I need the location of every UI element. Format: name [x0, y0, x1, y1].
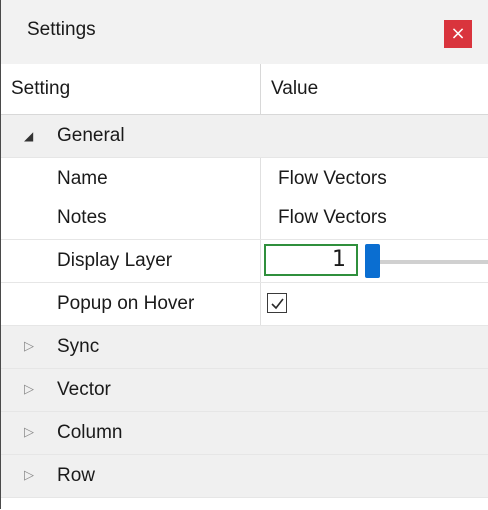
- popup-on-hover-checkbox[interactable]: [267, 293, 287, 313]
- group-vector[interactable]: ▷ Vector: [1, 369, 488, 412]
- property-row-display-layer[interactable]: Display Layer 1: [1, 240, 488, 283]
- column-divider[interactable]: [260, 64, 261, 114]
- group-column[interactable]: ▷ Column: [1, 412, 488, 455]
- caret-right-icon[interactable]: ▷: [24, 339, 34, 354]
- property-row-popup-on-hover[interactable]: Popup on Hover: [1, 283, 488, 326]
- cell-divider: [260, 283, 261, 325]
- property-row-notes[interactable]: Notes Flow Vectors: [1, 197, 488, 240]
- display-layer-slider-thumb[interactable]: [365, 244, 380, 278]
- group-row[interactable]: ▷ Row: [1, 455, 488, 498]
- group-sync[interactable]: ▷ Sync: [1, 326, 488, 369]
- cell-divider: [260, 158, 261, 200]
- caret-right-icon[interactable]: ▷: [24, 382, 34, 397]
- property-label-popup-on-hover: Popup on Hover: [57, 293, 195, 314]
- close-icon: ×: [450, 23, 466, 44]
- property-value-name[interactable]: Flow Vectors: [278, 168, 387, 190]
- property-row-name[interactable]: Name Flow Vectors: [1, 158, 488, 201]
- checkmark-icon: [271, 298, 284, 310]
- group-label-column: Column: [57, 422, 123, 443]
- window-title: Settings: [27, 19, 96, 40]
- column-header-value[interactable]: Value: [271, 78, 318, 100]
- cell-divider: [260, 197, 261, 239]
- property-label-notes: Notes: [57, 207, 107, 228]
- column-header-setting[interactable]: Setting: [11, 78, 70, 100]
- group-general[interactable]: ◢ General: [1, 115, 488, 158]
- property-value-notes[interactable]: Flow Vectors: [278, 207, 387, 229]
- collapse-icon[interactable]: ◢: [24, 129, 33, 143]
- title-bar: Settings ×: [1, 0, 488, 65]
- close-button[interactable]: ×: [444, 20, 472, 48]
- cell-divider: [260, 240, 261, 282]
- settings-window: Settings × Setting Value ◢ General Name …: [0, 0, 488, 509]
- group-label-sync: Sync: [57, 336, 100, 357]
- group-label-general: General: [57, 125, 125, 146]
- caret-right-icon[interactable]: ▷: [24, 425, 34, 440]
- empty-grid-area: [1, 498, 488, 509]
- property-label-name: Name: [57, 168, 108, 189]
- grid-header: Setting Value: [1, 64, 488, 115]
- caret-right-icon[interactable]: ▷: [24, 468, 34, 483]
- property-label-display-layer: Display Layer: [57, 250, 173, 271]
- group-label-row: Row: [57, 465, 96, 486]
- display-layer-slider-track[interactable]: [380, 260, 488, 264]
- group-label-vector: Vector: [57, 379, 111, 400]
- display-layer-input[interactable]: 1: [264, 244, 358, 276]
